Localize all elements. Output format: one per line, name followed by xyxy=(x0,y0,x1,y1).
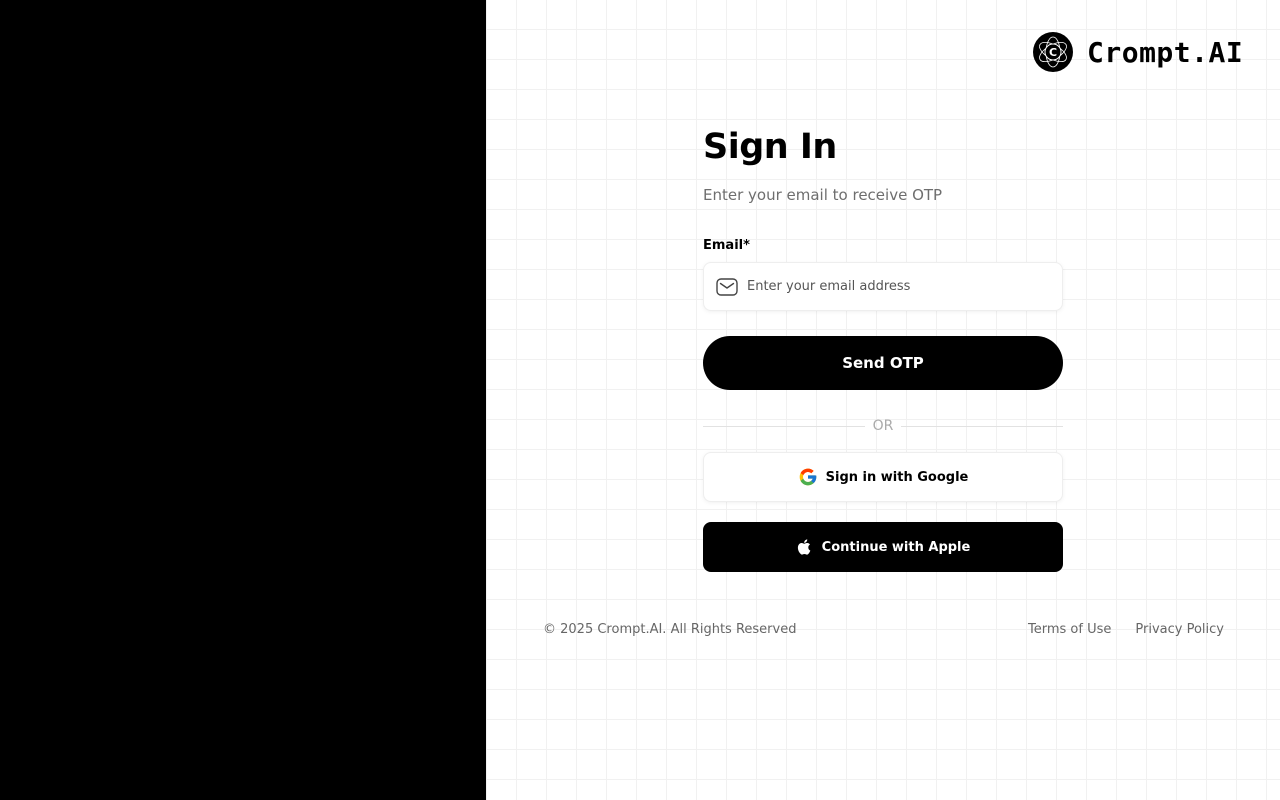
google-signin-button[interactable]: Sign in with Google xyxy=(703,452,1063,502)
send-otp-label: Send OTP xyxy=(842,354,924,372)
brand-name: Crompt.AI xyxy=(1087,35,1244,69)
email-input[interactable] xyxy=(747,279,1047,294)
right-panel: C Crompt.AI Sign In Enter your email to … xyxy=(486,0,1280,800)
page-subtitle: Enter your email to receive OTP xyxy=(703,186,943,204)
footer: © 2025 Crompt.AI. All Rights Reserved Te… xyxy=(543,619,1224,639)
apple-icon xyxy=(796,537,814,557)
email-label: Email* xyxy=(703,238,750,253)
send-otp-button[interactable]: Send OTP xyxy=(703,336,1063,390)
divider-line-left xyxy=(703,425,865,427)
crompt-logo-icon: C xyxy=(1033,32,1073,72)
privacy-policy-link[interactable]: Privacy Policy xyxy=(1135,622,1224,637)
footer-links: Terms of Use Privacy Policy xyxy=(1028,622,1224,637)
mail-icon xyxy=(716,277,738,296)
email-field[interactable] xyxy=(703,262,1063,311)
apple-signin-button[interactable]: Continue with Apple xyxy=(703,522,1063,572)
google-signin-label: Sign in with Google xyxy=(825,469,969,485)
logo-letter: C xyxy=(1049,46,1057,59)
or-divider: OR xyxy=(703,416,1063,436)
copyright-text: © 2025 Crompt.AI. All Rights Reserved xyxy=(543,621,797,637)
divider-line-right xyxy=(901,425,1063,427)
divider-text: OR xyxy=(872,418,894,434)
terms-of-use-link[interactable]: Terms of Use xyxy=(1028,622,1111,637)
google-icon xyxy=(798,467,818,487)
signin-form: Sign In Enter your email to receive OTP … xyxy=(703,125,1063,572)
apple-signin-label: Continue with Apple xyxy=(821,539,971,555)
brand-logo[interactable]: C Crompt.AI xyxy=(1033,32,1243,72)
left-panel xyxy=(0,0,486,800)
page-title: Sign In xyxy=(703,127,837,167)
